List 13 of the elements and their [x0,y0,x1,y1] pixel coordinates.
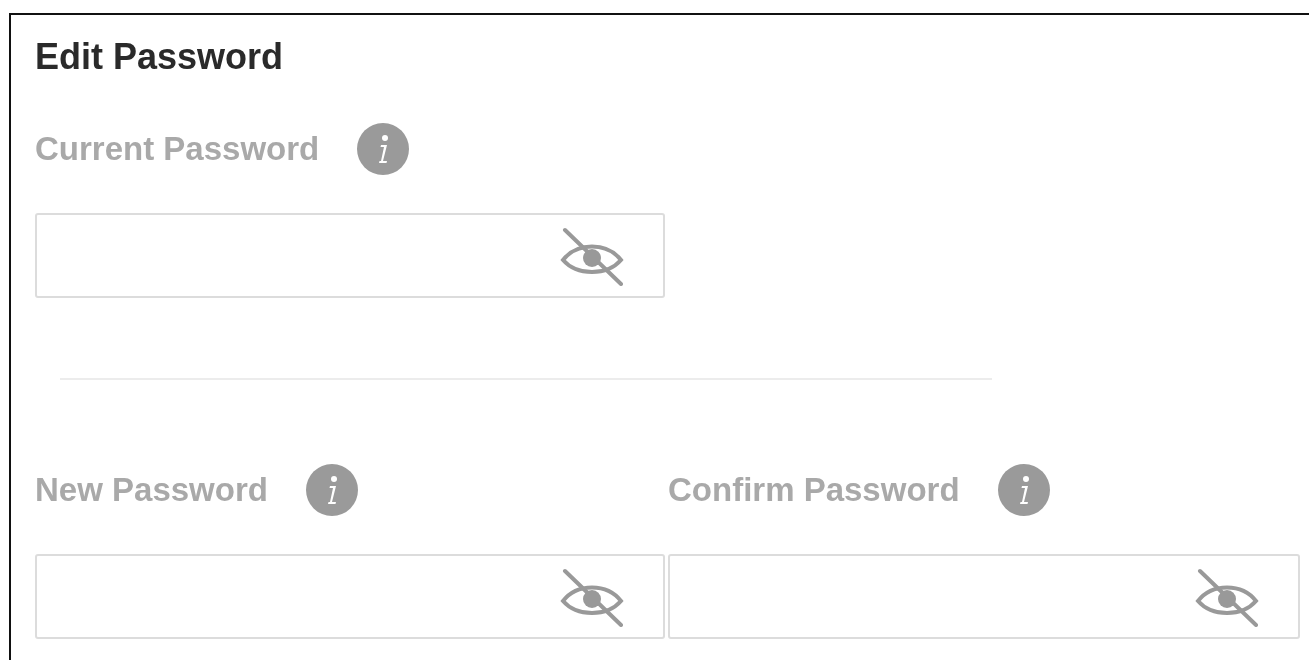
eye-off-icon[interactable] [559,566,625,627]
eye-off-icon[interactable] [1194,566,1260,627]
password-field[interactable] [35,554,665,639]
info-icon[interactable] [357,123,410,175]
eye-off-icon[interactable] [559,225,625,286]
section-title: Edit Password [35,37,285,77]
field-label: New Password [35,471,268,509]
info-icon[interactable] [997,464,1050,516]
field-label: Confirm Password [668,471,960,509]
field-label: Current Password [35,130,320,168]
password-field[interactable] [35,213,665,298]
info-icon[interactable] [305,464,358,516]
password-field[interactable] [668,554,1300,639]
